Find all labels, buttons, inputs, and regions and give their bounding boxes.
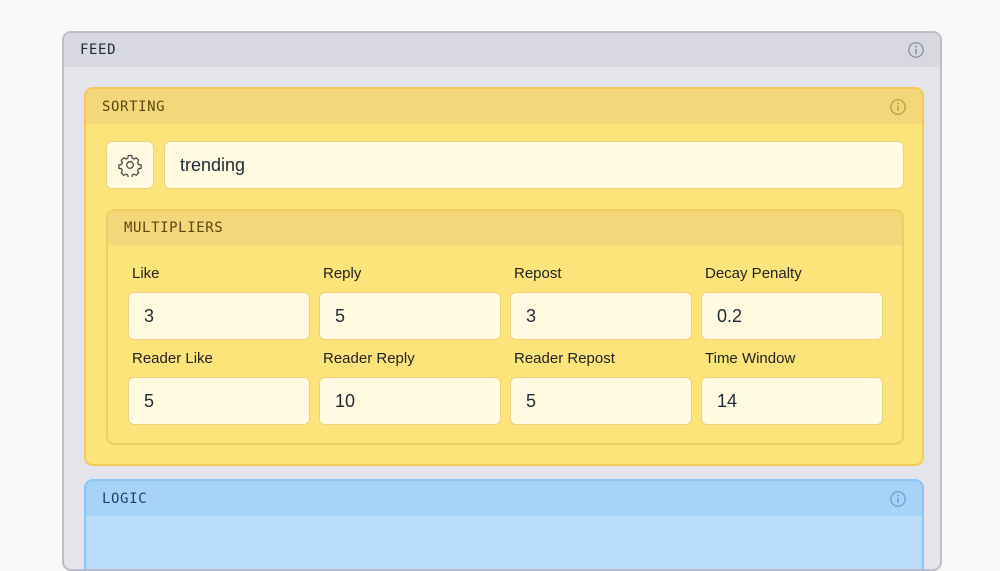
field-label: Repost	[514, 265, 562, 282]
field-reader-like: Reader Like 5	[128, 350, 310, 425]
field-reader-repost: Reader Repost 5	[510, 350, 692, 425]
field-label: Reader Reply	[323, 350, 415, 367]
info-icon[interactable]	[889, 490, 907, 508]
gear-icon	[118, 154, 142, 177]
field-value: 5	[526, 390, 537, 411]
field-reply: Reply 5	[319, 265, 501, 340]
field-value: 5	[335, 305, 346, 326]
multipliers-panel: MULTIPLIERS Like 3 Reply 5 Repost 3 Deca…	[106, 209, 904, 445]
info-icon[interactable]	[907, 41, 925, 59]
logic-panel: LOGIC	[84, 479, 924, 569]
field-label: Reply	[323, 265, 362, 282]
field-reader-reply: Reader Reply 10	[319, 350, 501, 425]
feed-header: FEED	[64, 33, 940, 67]
sorting-settings-button[interactable]	[106, 141, 154, 189]
reply-input[interactable]: 5	[319, 292, 501, 340]
field-value: 14	[717, 390, 738, 411]
sorting-title: SORTING	[102, 98, 166, 115]
field-label: Decay Penalty	[705, 265, 802, 282]
like-input[interactable]: 3	[128, 292, 310, 340]
time-window-input[interactable]: 14	[701, 377, 883, 425]
repost-input[interactable]: 3	[510, 292, 692, 340]
feed-panel: FEED SORTING trending MULTIPLIERS Like 3…	[62, 31, 942, 571]
field-label: Time Window	[705, 350, 796, 367]
logic-title: LOGIC	[102, 490, 148, 507]
field-value: 0.2	[717, 305, 743, 326]
field-decay-penalty: Decay Penalty 0.2	[701, 265, 883, 340]
sorting-algorithm-input[interactable]: trending	[164, 141, 904, 189]
field-value: 3	[526, 305, 537, 326]
reader-like-input[interactable]: 5	[128, 377, 310, 425]
field-value: 10	[335, 390, 356, 411]
field-repost: Repost 3	[510, 265, 692, 340]
sorting-header: SORTING	[86, 89, 922, 124]
info-icon[interactable]	[889, 98, 907, 116]
sorting-panel: SORTING trending MULTIPLIERS Like 3 Repl…	[84, 87, 924, 466]
decay-penalty-input[interactable]: 0.2	[701, 292, 883, 340]
field-label: Reader Like	[132, 350, 213, 367]
field-value: 3	[144, 305, 155, 326]
field-value: 5	[144, 390, 155, 411]
sorting-algorithm-value: trending	[180, 154, 246, 175]
logic-header: LOGIC	[86, 481, 922, 516]
multipliers-header: MULTIPLIERS	[108, 211, 902, 245]
reader-reply-input[interactable]: 10	[319, 377, 501, 425]
field-label: Reader Repost	[514, 350, 615, 367]
reader-repost-input[interactable]: 5	[510, 377, 692, 425]
feed-title: FEED	[80, 42, 117, 58]
field-label: Like	[132, 265, 160, 282]
multipliers-title: MULTIPLIERS	[124, 220, 224, 236]
field-like: Like 3	[128, 265, 310, 340]
field-time-window: Time Window 14	[701, 350, 883, 425]
